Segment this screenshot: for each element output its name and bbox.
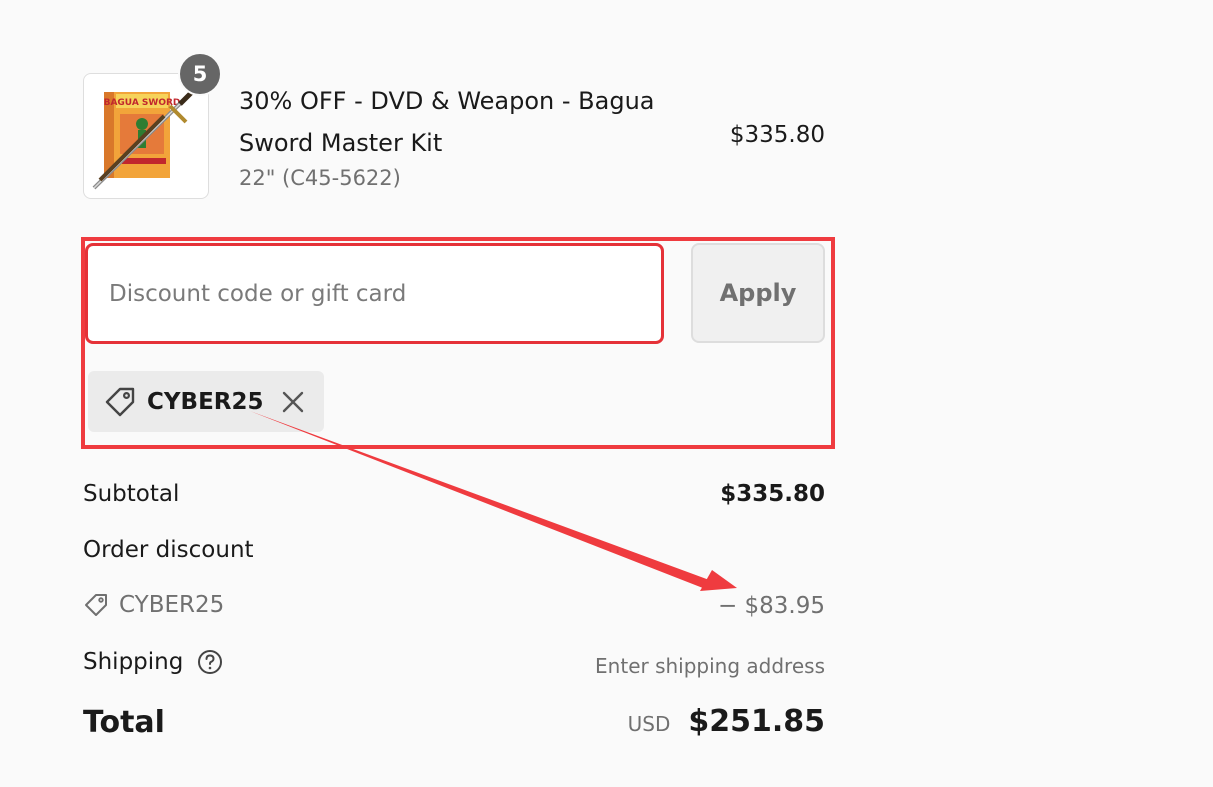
quantity-badge: 5 xyxy=(178,52,222,96)
total-currency: USD xyxy=(627,712,671,736)
product-title: 30% OFF - DVD & Weapon - Bagua Sword Mas… xyxy=(239,87,655,157)
discount-code-input[interactable] xyxy=(85,243,664,344)
product-price: $335.80 xyxy=(729,122,825,148)
applied-discount-code: CYBER25 xyxy=(147,388,264,415)
close-icon[interactable] xyxy=(280,389,306,415)
discount-amount: − $83.95 xyxy=(717,593,825,619)
question-circle-icon[interactable] xyxy=(197,649,223,675)
shipping-row: Shipping xyxy=(83,649,223,675)
total-label: Total xyxy=(83,705,165,740)
subtotal-value: $335.80 xyxy=(720,481,825,507)
product-image-text: BAGUA SWORD xyxy=(104,98,181,108)
total-amount: $251.85 xyxy=(688,704,825,739)
discount-code-row: CYBER25 xyxy=(83,592,224,618)
product-variant: 22" (C45-5622) xyxy=(239,166,401,190)
apply-button[interactable]: Apply xyxy=(691,243,825,343)
applied-discount-chip: CYBER25 xyxy=(88,371,324,432)
product-image: BAGUA SWORD xyxy=(92,84,200,190)
tag-icon xyxy=(85,594,107,616)
tag-icon xyxy=(105,387,135,416)
order-discount-label: Order discount xyxy=(83,537,254,563)
subtotal-label: Subtotal xyxy=(83,481,180,507)
shipping-value: Enter shipping address xyxy=(595,654,825,678)
summary-discount-code: CYBER25 xyxy=(119,592,225,618)
total-value: USD $251.85 xyxy=(628,704,825,739)
shipping-label: Shipping xyxy=(83,649,184,675)
